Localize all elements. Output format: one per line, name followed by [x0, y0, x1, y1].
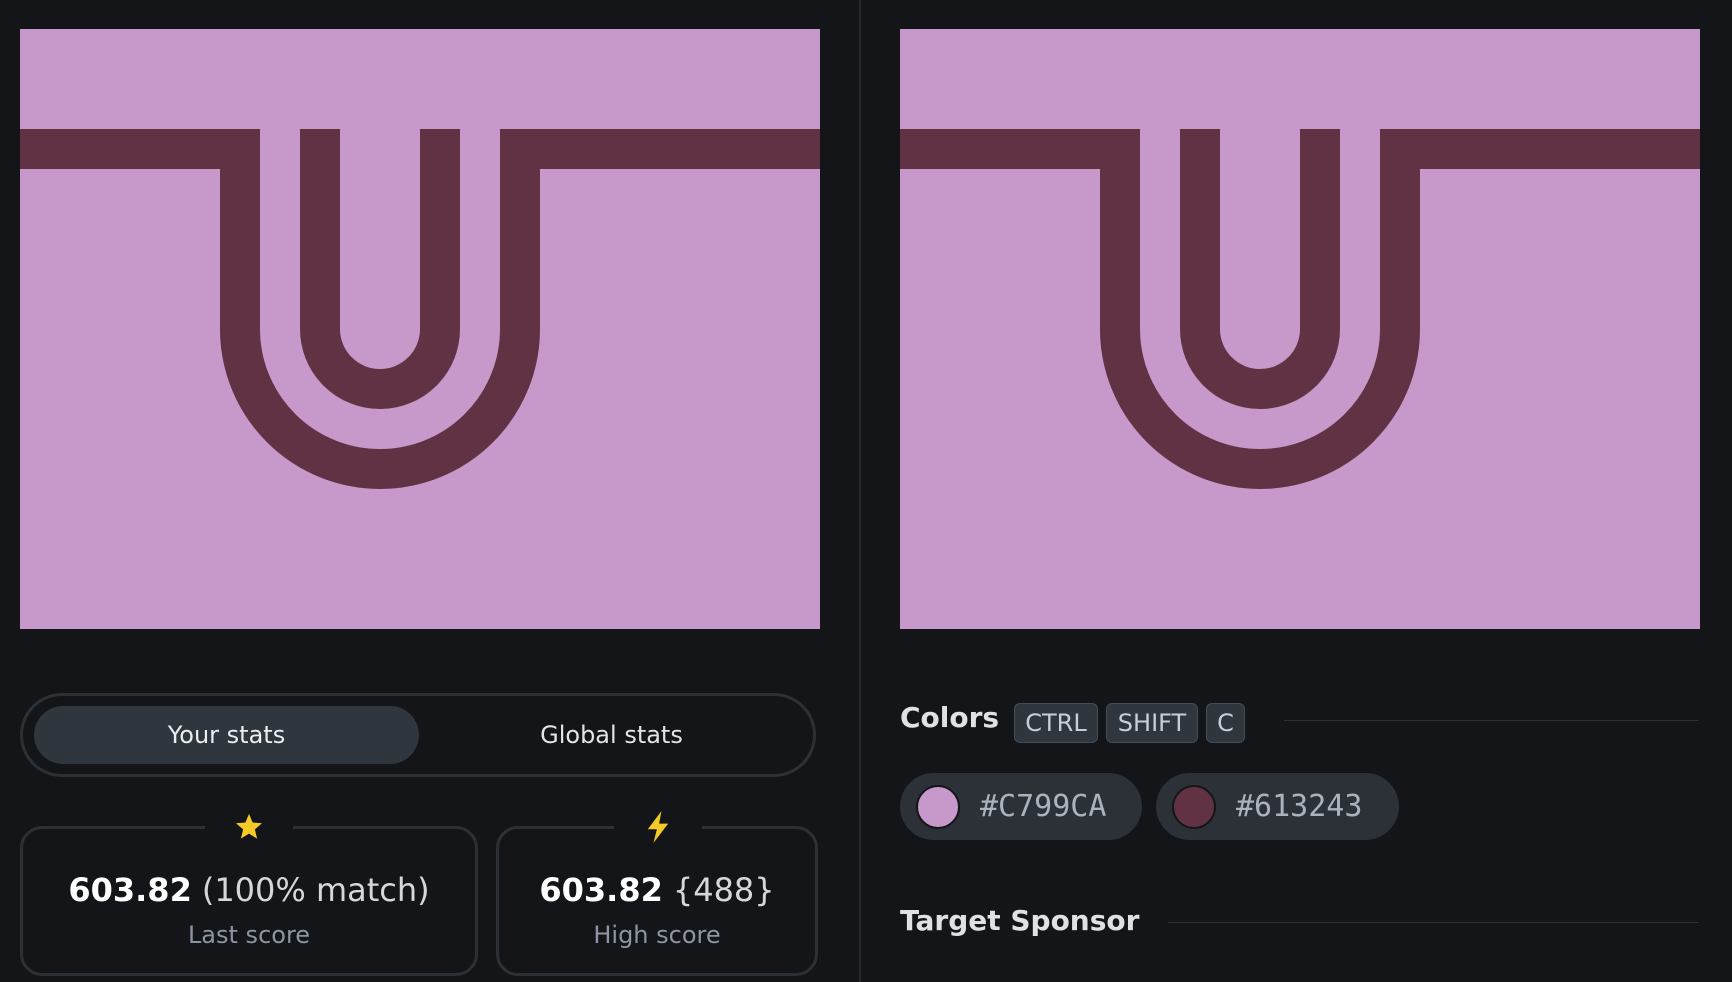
tab-your-stats[interactable]: Your stats	[34, 706, 419, 764]
target-drawing	[900, 129, 1700, 489]
shortcut-key-ctrl: CTRL	[1014, 703, 1098, 743]
high-score-card: 603.82 {488} High score	[496, 805, 818, 976]
sponsor-title: Target Sponsor	[900, 904, 1140, 937]
section-divider	[1168, 922, 1699, 923]
color-swatch-button[interactable]: #613243	[1156, 773, 1399, 840]
color-dot	[1172, 784, 1216, 829]
section-divider	[1284, 720, 1699, 721]
lightning-icon	[614, 805, 702, 849]
color-dot	[916, 784, 960, 829]
shortcut-key-c: C	[1206, 703, 1245, 743]
colors-title: Colors	[900, 701, 1000, 734]
color-hex: #613243	[1236, 789, 1363, 824]
tab-global-stats[interactable]: Global stats	[419, 706, 804, 764]
last-score-label: Last score	[187, 921, 311, 949]
target-canvas	[900, 29, 1700, 629]
star-icon	[205, 805, 293, 849]
color-hex: #C799CA	[980, 789, 1107, 824]
high-score-value-row: 603.82 {488}	[499, 871, 815, 909]
inner-curve-path	[1180, 129, 1340, 409]
high-score-label: High score	[593, 921, 721, 949]
last-score-card: 603.82 (100% match) Last score	[20, 805, 478, 976]
last-score-match: (100% match)	[201, 871, 430, 909]
last-score-value: 603.82	[68, 871, 192, 909]
output-drawing	[20, 129, 820, 489]
inner-curve-path	[300, 129, 460, 409]
stats-toggle: Your stats Global stats	[20, 693, 816, 777]
shortcut-key-shift: SHIFT	[1106, 703, 1198, 743]
output-canvas	[20, 29, 820, 629]
high-score-value: 603.82	[539, 871, 663, 909]
last-score-value-row: 603.82 (100% match)	[23, 871, 475, 909]
panel-divider	[859, 0, 861, 982]
high-score-chars: {488}	[672, 871, 775, 909]
color-swatch-button[interactable]: #C799CA	[900, 773, 1142, 840]
